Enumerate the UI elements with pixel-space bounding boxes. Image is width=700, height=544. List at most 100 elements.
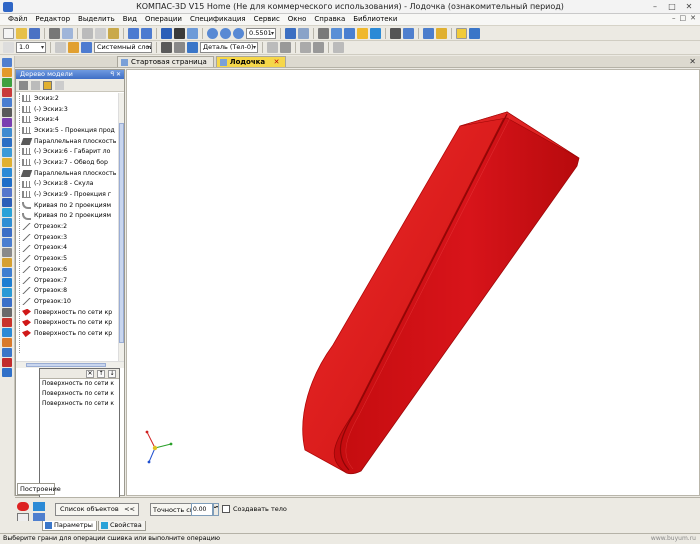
perspective-icon[interactable] bbox=[390, 28, 401, 39]
tab-parameters[interactable]: Параметры bbox=[42, 521, 97, 531]
create-object-icon[interactable] bbox=[33, 502, 45, 511]
tree-item[interactable]: Параллельная плоскость bbox=[16, 168, 124, 179]
report-icon[interactable] bbox=[2, 308, 12, 317]
attributes-icon[interactable] bbox=[267, 42, 278, 53]
properties-icon[interactable] bbox=[174, 28, 185, 39]
hidden-lines-icon[interactable] bbox=[344, 28, 355, 39]
accuracy-spinner[interactable]: ▴▾ bbox=[213, 503, 219, 516]
diagnostics-icon[interactable] bbox=[2, 278, 12, 287]
help-topic-icon[interactable] bbox=[33, 513, 45, 521]
tree-item[interactable]: Эскиз:2 bbox=[16, 93, 124, 104]
grid-icon[interactable] bbox=[174, 42, 185, 53]
tree-item[interactable]: Отрезок:6 bbox=[16, 264, 124, 275]
panel-pin-close-icon[interactable]: ꟼ ✕ bbox=[110, 70, 121, 79]
ortho-icon[interactable] bbox=[161, 42, 172, 53]
extrude-icon[interactable] bbox=[2, 78, 12, 87]
move-down-button[interactable]: ↓ bbox=[108, 369, 116, 378]
menu-operations[interactable]: Операции bbox=[141, 14, 186, 25]
tree-item[interactable]: Эскиз:5 - Проекция прод bbox=[16, 125, 124, 136]
style-icon[interactable] bbox=[300, 42, 311, 53]
view-orientation-icon[interactable] bbox=[318, 28, 329, 39]
tree-item[interactable]: Отрезок:4 bbox=[16, 243, 124, 254]
print-icon[interactable] bbox=[49, 28, 60, 39]
point-icon[interactable] bbox=[2, 248, 12, 257]
tree-sort-icon[interactable] bbox=[31, 80, 40, 90]
measure-icon[interactable] bbox=[469, 28, 480, 39]
menu-select[interactable]: Выделить bbox=[74, 14, 119, 25]
settings-icon[interactable] bbox=[333, 42, 344, 53]
zoom-combo[interactable]: 0.5501 bbox=[246, 28, 276, 39]
menu-specification[interactable]: Спецификация bbox=[186, 14, 250, 25]
tab-construction[interactable]: Построение bbox=[17, 483, 61, 495]
tree-item[interactable]: Отрезок:10 bbox=[16, 296, 124, 307]
pan-icon[interactable] bbox=[298, 28, 309, 39]
new-document-icon[interactable] bbox=[3, 28, 14, 39]
menu-editor[interactable]: Редактор bbox=[31, 14, 74, 25]
menu-window[interactable]: Окно bbox=[284, 14, 311, 25]
tree-view-icon[interactable] bbox=[19, 80, 28, 90]
move-up-button[interactable]: ↑ bbox=[97, 369, 105, 378]
sweep-icon[interactable] bbox=[2, 118, 12, 127]
tree-item[interactable]: Поверхность по сети кр bbox=[16, 307, 124, 318]
zoom-out-icon[interactable] bbox=[233, 28, 244, 39]
object-list-button[interactable]: Список объектов << bbox=[55, 503, 139, 516]
tree-item[interactable]: Кривая по 2 проекциям bbox=[16, 211, 124, 222]
tree-item[interactable]: Поверхность по сети кр bbox=[16, 317, 124, 328]
wireframe-icon[interactable] bbox=[331, 28, 342, 39]
shell-icon[interactable] bbox=[2, 148, 12, 157]
doc-restore-button[interactable]: □ bbox=[680, 14, 687, 22]
spline-icon[interactable] bbox=[2, 198, 12, 207]
doc-close-button[interactable]: ✕ bbox=[690, 14, 696, 22]
measure-tool-icon[interactable] bbox=[2, 268, 12, 277]
tree-item[interactable]: Эскиз:4 bbox=[16, 114, 124, 125]
thicken-icon[interactable] bbox=[2, 368, 12, 377]
selection-icon[interactable] bbox=[436, 28, 447, 39]
boat-model-render[interactable] bbox=[127, 70, 700, 497]
tab-start-page[interactable]: Стартовая страница bbox=[117, 56, 214, 67]
model-viewport[interactable] bbox=[126, 69, 700, 496]
tab-lodochka[interactable]: Лодочка ✕ bbox=[215, 56, 287, 67]
cs-icon[interactable] bbox=[280, 42, 291, 53]
curve-icon[interactable] bbox=[2, 238, 12, 247]
scale-combo[interactable]: 1.0 bbox=[16, 42, 46, 53]
array-icon[interactable] bbox=[2, 188, 12, 197]
thread-icon[interactable] bbox=[2, 258, 12, 267]
tree-item[interactable]: (-) Эскиз:6 - Габарит ло bbox=[16, 146, 124, 157]
list-item[interactable]: Поверхность по сети к bbox=[40, 389, 119, 399]
stop-icon[interactable] bbox=[17, 502, 29, 511]
menu-help[interactable]: Справка bbox=[310, 14, 349, 25]
minimize-button[interactable]: – bbox=[648, 1, 662, 12]
manager-icon[interactable] bbox=[161, 28, 172, 39]
tree-vertical-scrollbar[interactable] bbox=[118, 93, 124, 363]
tab-properties[interactable]: Свойства bbox=[97, 521, 146, 531]
axis-icon[interactable] bbox=[2, 228, 12, 237]
open-folder-icon[interactable] bbox=[16, 28, 27, 39]
library-manager-icon[interactable] bbox=[456, 28, 467, 39]
rib-icon[interactable] bbox=[2, 158, 12, 167]
list-item[interactable]: Поверхность по сети к bbox=[40, 399, 119, 409]
zoom-window-icon[interactable] bbox=[220, 28, 231, 39]
close-button[interactable]: ✕ bbox=[682, 1, 696, 12]
remove-object-button[interactable]: ✕ bbox=[86, 369, 94, 378]
tree-item[interactable]: (-) Эскиз:7 - Обвод бор bbox=[16, 157, 124, 168]
cut-icon[interactable] bbox=[82, 28, 93, 39]
trim-icon[interactable] bbox=[2, 338, 12, 347]
layer-combo[interactable]: Системный слой (0) bbox=[94, 42, 152, 53]
part-combo[interactable]: Деталь (Тел-0) bbox=[200, 42, 258, 53]
stitch-icon[interactable] bbox=[2, 318, 12, 327]
sheet-metal-icon[interactable] bbox=[2, 288, 12, 297]
zoom-in-icon[interactable] bbox=[207, 28, 218, 39]
undo-icon[interactable] bbox=[128, 28, 139, 39]
fillet-icon[interactable] bbox=[2, 128, 12, 137]
revolve-icon[interactable] bbox=[2, 98, 12, 107]
step-icon[interactable] bbox=[55, 42, 66, 53]
tree-item[interactable]: Отрезок:3 bbox=[16, 232, 124, 243]
maximize-button[interactable]: □ bbox=[665, 1, 679, 12]
list-item[interactable]: Поверхность по сети к bbox=[40, 379, 119, 389]
tree-item[interactable]: Поверхность по сети кр bbox=[16, 328, 124, 339]
material-icon[interactable] bbox=[313, 42, 324, 53]
sketch-icon[interactable] bbox=[2, 68, 12, 77]
spec-icon[interactable] bbox=[2, 298, 12, 307]
tree-item[interactable]: Отрезок:5 bbox=[16, 253, 124, 264]
accuracy-input[interactable]: 0.00 bbox=[191, 503, 213, 516]
